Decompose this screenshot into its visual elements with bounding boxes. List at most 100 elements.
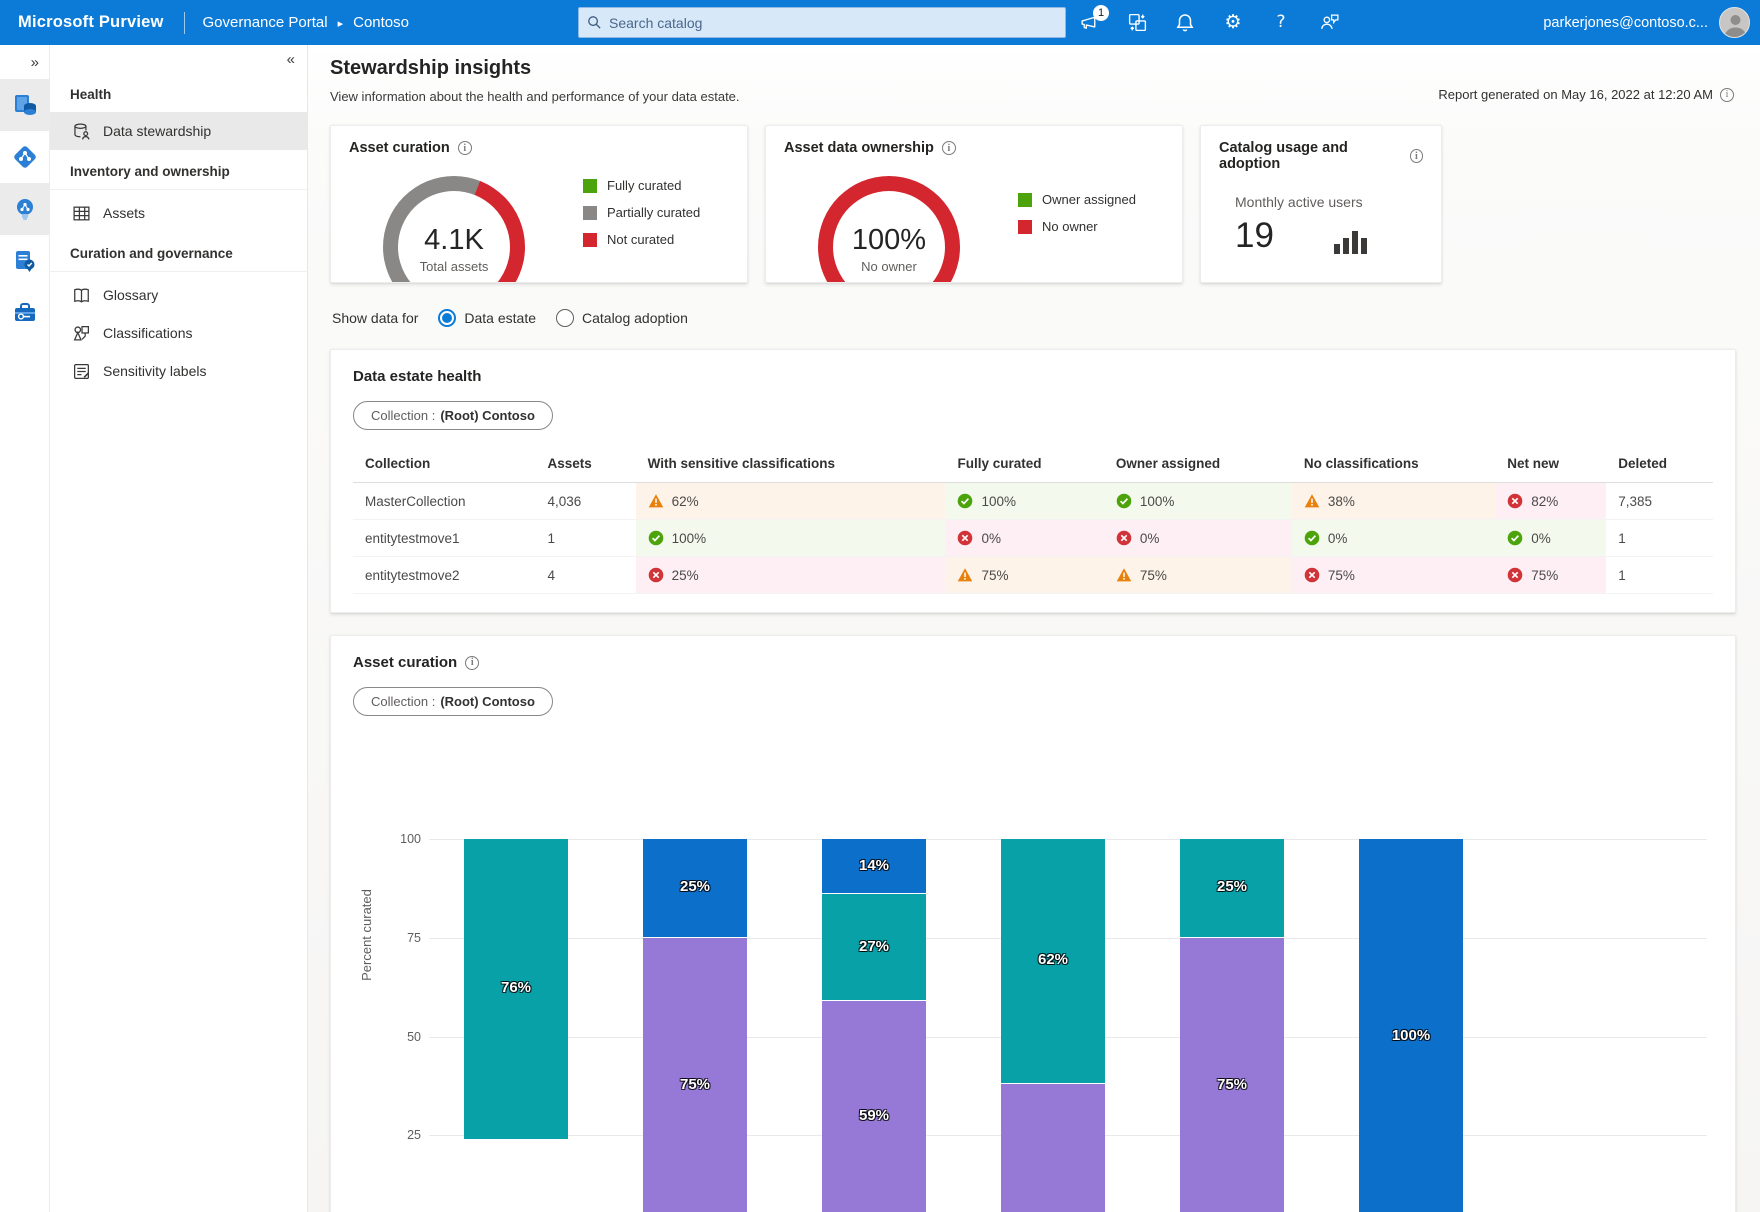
status-cell: 100% (636, 520, 946, 557)
glossary-book-icon (72, 286, 91, 305)
status-cell: 100% (945, 483, 1103, 520)
assets-count: 4,036 (536, 483, 636, 520)
pill-prefix: Collection : (371, 408, 435, 423)
app-brand[interactable]: Microsoft Purview (0, 13, 184, 32)
topbar-divider (184, 12, 185, 34)
menu-item-sensitivity-labels[interactable]: Sensitivity labels (50, 352, 307, 390)
monthly-active-users-label: Monthly active users (1235, 194, 1423, 210)
assets-count: 1 (536, 520, 636, 557)
status-cell: 82% (1495, 483, 1606, 520)
report-generated-line: Report generated on May 16, 2022 at 12:2… (1438, 87, 1734, 102)
rail-item-data-catalog[interactable] (0, 131, 50, 183)
breadcrumb-contoso[interactable]: Contoso (353, 14, 409, 31)
stacked-bar[interactable]: 76% (464, 839, 568, 1212)
collapse-menu-button[interactable]: « (287, 51, 295, 68)
status-cell: 0% (945, 520, 1103, 557)
menu-section-health: Health (50, 73, 307, 112)
check-circle-icon (1304, 530, 1320, 546)
legend-label: Owner assigned (1042, 192, 1136, 207)
menu-item-label: Data stewardship (103, 123, 211, 139)
status-value: 75% (1328, 568, 1355, 583)
bar-segment-label: 14% (822, 857, 926, 874)
stacked-bar[interactable]: ≈ 0%62% (1001, 839, 1105, 1212)
expand-rail-button[interactable]: » (0, 45, 49, 79)
stacked-bar[interactable]: 100% (1359, 839, 1463, 1212)
table-row[interactable]: entitytestmove2425%75%75%75%75%1 (353, 557, 1713, 594)
status-cell: 25% (636, 557, 946, 594)
status-value: 82% (1531, 494, 1558, 509)
column-header[interactable]: No classifications (1292, 446, 1495, 483)
x-circle-icon (1116, 530, 1132, 546)
stacked-bar[interactable]: 25%75% (643, 839, 747, 1212)
menu-item-glossary[interactable]: Glossary (50, 276, 307, 314)
breadcrumb: Governance Portal ▸ Contoso (203, 14, 409, 31)
column-header[interactable]: With sensitive classifications (636, 446, 946, 483)
notification-badge: 1 (1093, 5, 1109, 21)
legend-swatch (583, 233, 597, 247)
table-row[interactable]: entitytestmove11100%0%0%0%0%1 (353, 520, 1713, 557)
monthly-active-users-value: 19 (1235, 216, 1274, 256)
account-email[interactable]: parkerjones@contoso.c... (1543, 0, 1708, 45)
collection-filter-pill[interactable]: Collection : (Root) Contoso (353, 401, 553, 430)
left-rail: » (0, 45, 50, 1212)
insights-lightbulb-icon (12, 196, 38, 222)
x-circle-icon (1507, 567, 1523, 583)
gauge-value: 100% (852, 224, 926, 257)
help-icon[interactable]: ? (1270, 12, 1292, 34)
asset-ownership-info-icon[interactable]: i (942, 141, 956, 155)
column-header[interactable]: Owner assigned (1104, 446, 1292, 483)
column-header[interactable]: Assets (536, 446, 636, 483)
breadcrumb-governance-portal[interactable]: Governance Portal (203, 14, 328, 31)
feedback-icon[interactable] (1318, 12, 1340, 34)
status-value: 38% (1328, 494, 1355, 509)
rail-item-management[interactable] (0, 287, 50, 339)
x-circle-icon (1304, 567, 1320, 583)
menu-item-assets[interactable]: Assets (50, 194, 307, 232)
megaphone-icon[interactable]: 1 (1078, 12, 1100, 34)
pill-value: (Root) Contoso (440, 408, 535, 423)
rail-item-policy[interactable] (0, 235, 50, 287)
radio-catalog-adoption[interactable]: Catalog adoption (556, 309, 688, 327)
menu-item-data-stewardship[interactable]: Data stewardship (50, 112, 307, 150)
table-row[interactable]: MasterCollection4,03662%100%100%38%82%7,… (353, 483, 1713, 520)
sensitivity-labels-icon (72, 362, 91, 381)
stacked-bar[interactable]: 25%75% (1180, 839, 1284, 1212)
collection-filter-pill[interactable]: Collection : (Root) Contoso (353, 687, 553, 716)
column-header[interactable]: Collection (353, 446, 536, 483)
catalog-usage-info-icon[interactable]: i (1410, 149, 1423, 163)
legend-swatch (1018, 193, 1032, 207)
asset-curation-info-icon[interactable]: i (458, 141, 472, 155)
asset-ownership-legend: Owner assignedNo owner (1018, 192, 1136, 234)
bar-segment-label: 62% (1001, 951, 1105, 968)
check-circle-icon (648, 530, 664, 546)
data-estate-health-panel: Data estate health Collection : (Root) C… (330, 349, 1736, 613)
search-input[interactable] (609, 15, 1057, 31)
bar-segment-label: 25% (1180, 878, 1284, 895)
column-header[interactable]: Deleted (1606, 446, 1713, 483)
collection-name: entitytestmove1 (353, 520, 536, 557)
purview-app: Microsoft Purview Governance Portal ▸ Co… (0, 0, 1760, 1212)
data-estate-health-table: CollectionAssetsWith sensitive classific… (353, 446, 1713, 594)
rail-item-insights[interactable] (0, 183, 50, 235)
legend-swatch (583, 179, 597, 193)
column-header[interactable]: Fully curated (945, 446, 1103, 483)
bar-segment-label: 75% (643, 1076, 747, 1093)
gear-icon[interactable]: ⚙ (1222, 12, 1244, 34)
asset-curation-section-info-icon[interactable]: i (465, 656, 479, 670)
chart-plot-area: 10075502576%25%75%14%27%59%≈ 0%62%25%75%… (429, 839, 1707, 1212)
menu-item-classifications[interactable]: Classifications (50, 314, 307, 352)
status-cell: 0% (1292, 520, 1495, 557)
tenant-switch-icon[interactable] (1126, 12, 1148, 34)
column-header[interactable]: Net new (1495, 446, 1606, 483)
bar-segment-label: 27% (822, 938, 926, 955)
person-icon (1720, 8, 1750, 38)
avatar[interactable] (1719, 7, 1750, 38)
bell-icon[interactable] (1174, 12, 1196, 34)
radio-data-estate[interactable]: Data estate (438, 309, 536, 327)
stacked-bar[interactable]: 14%27%59% (822, 839, 926, 1212)
check-circle-icon (957, 493, 973, 509)
catalog-usage-card: Catalog usage and adoptioni Monthly acti… (1200, 125, 1442, 283)
rail-item-data-map[interactable] (0, 79, 50, 131)
topbar-actions: 1 ⚙ ? (1078, 0, 1340, 45)
report-info-icon[interactable]: i (1720, 88, 1734, 102)
